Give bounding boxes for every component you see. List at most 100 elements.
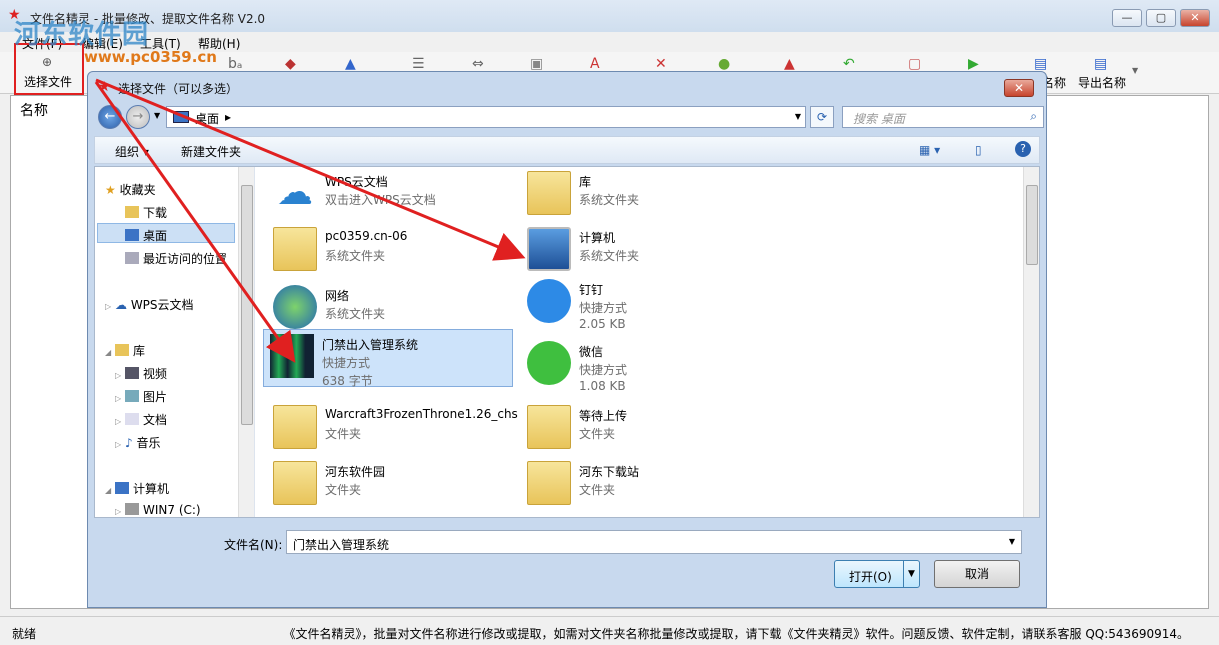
address-text[interactable]: 桌面 xyxy=(195,110,219,127)
view-options-icon[interactable]: ▦ ▾ xyxy=(919,143,940,157)
dialog-close-button[interactable]: ✕ xyxy=(1004,79,1034,97)
random-icon[interactable]: ✕ xyxy=(655,56,667,72)
file-item-selected[interactable]: 门禁出入管理系统 快捷方式 638 字节 xyxy=(263,329,513,388)
export-names-button[interactable]: 导出名称 xyxy=(1078,74,1126,91)
nav-music[interactable]: ▷ ♪ 音乐 xyxy=(115,434,161,451)
picture-icon xyxy=(124,390,139,402)
filename-input[interactable]: 门禁出入管理系统 ▼ xyxy=(286,530,1022,554)
minimize-button[interactable]: — xyxy=(1112,9,1142,27)
file-type: 系统文件夹 xyxy=(579,193,640,207)
file-name: pc0359.cn-06 xyxy=(325,229,408,243)
file-name: 微信 xyxy=(579,345,604,359)
star-icon: ★ xyxy=(105,183,116,197)
nav-scrollbar[interactable] xyxy=(238,167,254,517)
file-item[interactable]: 钉钉 快捷方式 2.05 KB xyxy=(521,275,771,331)
file-item[interactable]: Warcraft3FrozenThrone1.26_chs 文件夹 xyxy=(267,401,518,457)
select-file-label: 选择文件 xyxy=(24,75,73,89)
address-dropdown-icon[interactable]: ▼ xyxy=(795,112,801,121)
open-file-dialog: ★ 选择文件（可以多选） ✕ ← → ▼ 桌面 ▸ ▼ ⟳ 搜索 桌面 ⌕ 组织… xyxy=(87,71,1047,608)
undo-icon[interactable]: ↶ xyxy=(843,56,855,72)
sort-icon[interactable]: ▲ xyxy=(345,56,356,72)
expand-arrow-icon: ▷ xyxy=(115,507,122,516)
help-icon[interactable]: ? xyxy=(1015,141,1031,157)
nav-drive-c[interactable]: ▷ WIN7 (C:) xyxy=(115,503,201,517)
nav-downloads[interactable]: 下载 xyxy=(125,204,167,221)
status-bar: 就绪 《文件名精灵》，批量对文件名称进行修改或提取，如需对文件夹名称批量修改或提… xyxy=(0,616,1219,645)
numbering-icon[interactable]: ☰ xyxy=(412,56,425,72)
file-item[interactable]: 河东下载站 文件夹 xyxy=(521,457,771,513)
file-name: 计算机 xyxy=(579,231,616,245)
preview-pane-icon[interactable]: ▯ xyxy=(975,143,982,157)
file-item[interactable]: 微信 快捷方式 1.08 KB xyxy=(521,337,771,393)
file-item[interactable]: 等待上传 文件夹 xyxy=(521,401,771,457)
dropdown-arrow-icon[interactable]: ▼ xyxy=(1132,66,1138,75)
filename-label: 文件名(N): xyxy=(224,538,283,552)
nav-videos-label: 视频 xyxy=(142,367,167,381)
nav-pictures[interactable]: ▷ 图片 xyxy=(115,388,167,405)
expand-arrow-icon: ▷ xyxy=(115,394,122,403)
forward-button[interactable]: → xyxy=(126,105,150,129)
export-icon[interactable]: ▤ xyxy=(1094,56,1107,72)
open-button[interactable]: 打开(O) ▼ xyxy=(834,560,920,588)
file-type: 系统文件夹 xyxy=(325,249,386,263)
file-size: 1.08 KB xyxy=(579,379,626,393)
open-label: 打开(O) xyxy=(849,570,892,584)
run-icon[interactable]: ▶ xyxy=(968,56,979,72)
swap-icon[interactable]: ⇔ xyxy=(472,56,484,72)
nav-libraries[interactable]: ◢ 库 xyxy=(105,342,145,359)
nav-computer[interactable]: ◢ 计算机 xyxy=(105,480,169,497)
dialog-star-icon: ★ xyxy=(98,79,111,95)
dingtalk-icon xyxy=(527,279,571,323)
file-type: 文件夹 xyxy=(325,483,362,497)
new-folder-button[interactable]: 新建文件夹 xyxy=(181,143,241,160)
file-item[interactable]: 计算机 系统文件夹 xyxy=(521,223,771,279)
file-type: 快捷方式 xyxy=(579,363,628,377)
refresh-button[interactable]: ⟳ xyxy=(810,106,834,128)
nav-scroll-thumb[interactable] xyxy=(241,185,253,425)
rename-icon[interactable]: bₐ xyxy=(228,56,242,72)
back-button[interactable]: ← xyxy=(98,105,122,129)
copy-icon[interactable]: ▣ xyxy=(530,56,543,72)
maximize-button[interactable]: ▢ xyxy=(1146,9,1176,27)
nav-desktop[interactable]: 桌面 xyxy=(125,227,167,244)
nav-favorites[interactable]: ★ 收藏夹 xyxy=(105,181,156,198)
search-icon[interactable]: ⌕ xyxy=(1030,109,1037,124)
delete-icon[interactable]: ▢ xyxy=(908,56,921,72)
filename-dropdown-icon[interactable]: ▼ xyxy=(1009,537,1015,546)
file-scroll-thumb[interactable] xyxy=(1026,185,1038,265)
open-dropdown-icon[interactable]: ▼ xyxy=(903,561,919,587)
search-placeholder: 搜索 桌面 xyxy=(853,112,905,126)
file-item[interactable]: ☁ WPS云文档 双击进入WPS云文档 xyxy=(267,167,517,223)
nav-wps[interactable]: ▷ ☁ WPS云文档 xyxy=(105,296,194,313)
address-bar[interactable]: 桌面 ▸ ▼ xyxy=(166,106,806,128)
bug-icon[interactable]: ● xyxy=(718,56,730,72)
file-item[interactable]: 河东软件园 文件夹 xyxy=(267,457,517,513)
folder-icon xyxy=(527,405,571,449)
close-button[interactable]: ✕ xyxy=(1180,9,1210,27)
breadcrumb-arrow-icon[interactable]: ▸ xyxy=(225,110,231,124)
file-scrollbar[interactable] xyxy=(1023,167,1039,517)
file-item[interactable]: 库 系统文件夹 xyxy=(521,167,771,223)
font-icon[interactable]: A xyxy=(590,56,600,72)
column-header-name[interactable]: 名称 xyxy=(20,100,48,120)
nav-recent[interactable]: 最近访问的位置 xyxy=(125,250,227,267)
clear-icon[interactable]: ▲ xyxy=(784,56,795,72)
history-dropdown-icon[interactable]: ▼ xyxy=(154,111,160,120)
watermark-url: www.pc0359.cn xyxy=(84,48,217,66)
nav-documents[interactable]: ▷ 文档 xyxy=(115,411,167,428)
file-type: 双击进入WPS云文档 xyxy=(325,193,436,207)
music-icon: ♪ xyxy=(124,436,133,450)
cloud-icon: ☁ xyxy=(277,172,313,213)
cancel-button[interactable]: 取消 xyxy=(934,560,1020,588)
file-item[interactable]: pc0359.cn-06 系统文件夹 xyxy=(267,223,517,279)
nav-videos[interactable]: ▷ 视频 xyxy=(115,365,167,382)
tool-icon[interactable]: ◆ xyxy=(285,56,296,72)
search-input[interactable]: 搜索 桌面 ⌕ xyxy=(842,106,1044,128)
file-type: 快捷方式 xyxy=(579,301,628,315)
status-text: 就绪 xyxy=(12,627,37,641)
extract-icon[interactable]: ▤ xyxy=(1034,56,1047,72)
drive-icon xyxy=(124,503,139,515)
folder-icon xyxy=(527,461,571,505)
organize-button[interactable]: 组织 ▾ xyxy=(115,143,149,160)
network-icon xyxy=(273,285,317,329)
